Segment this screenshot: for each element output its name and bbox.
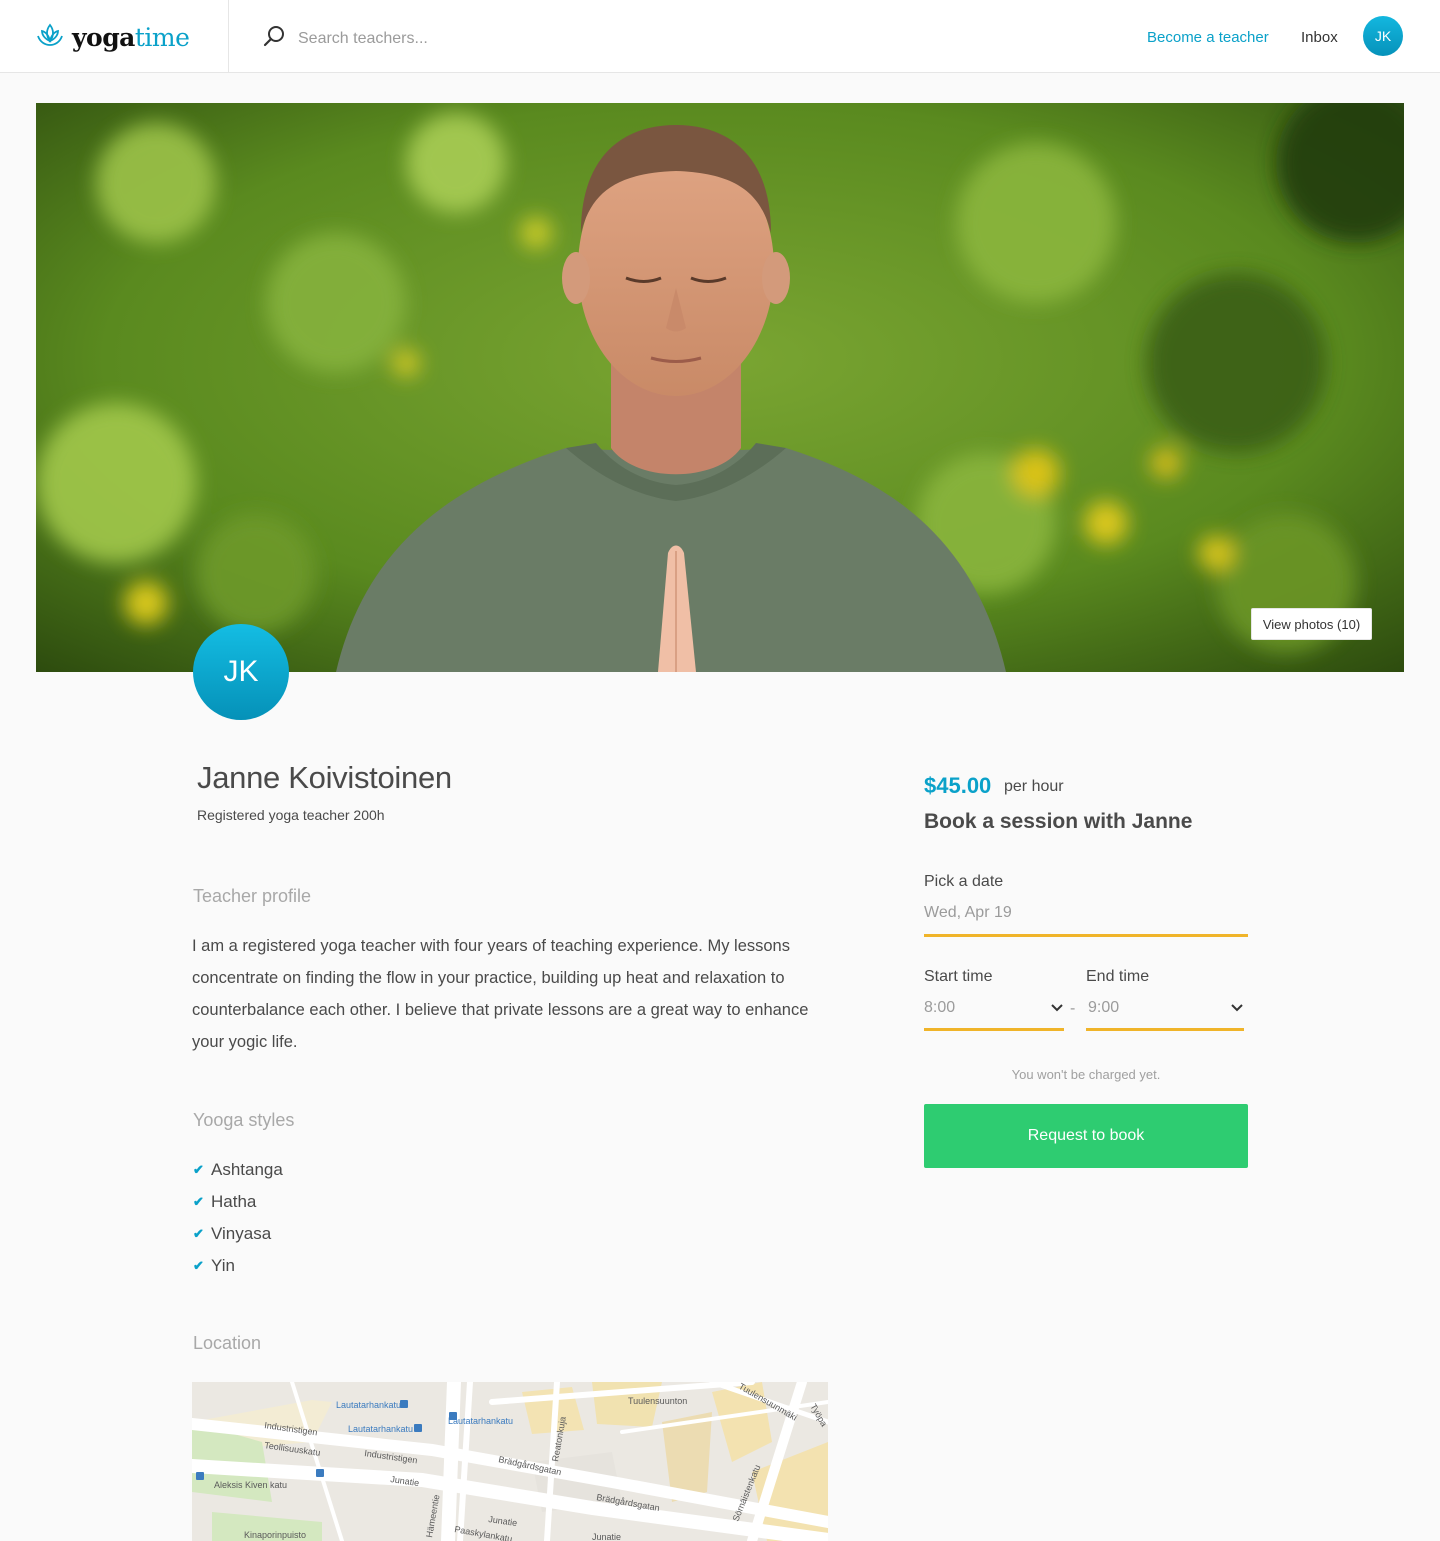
chevron-down-icon — [1050, 1000, 1064, 1019]
booking-title: Book a session with Janne — [924, 810, 1193, 833]
tram-stop-icon — [196, 1472, 204, 1480]
check-icon: ✔ — [193, 1162, 204, 1177]
become-teacher-link[interactable]: Become a teacher — [1147, 29, 1269, 46]
charge-note: You won't be charged yet. — [1011, 1067, 1161, 1082]
map-label: Junatie — [592, 1532, 621, 1541]
map-label: Lautatarhankatu — [348, 1424, 413, 1434]
start-time-select[interactable]: 8:00 — [924, 996, 1064, 1031]
end-time-select[interactable]: 9:00 — [1086, 996, 1244, 1031]
lotus-icon — [36, 22, 64, 53]
start-time-value: 8:00 — [924, 999, 956, 1016]
tram-stop-icon — [400, 1400, 408, 1408]
search-icon[interactable] — [262, 24, 286, 53]
date-label: Pick a date — [924, 873, 1004, 890]
end-time-value: 9:00 — [1088, 999, 1120, 1016]
check-icon: ✔ — [193, 1194, 204, 1209]
top-bar: yogatime Become a teacher Inbox JK — [0, 0, 1440, 73]
tram-stop-icon — [414, 1424, 422, 1432]
logo-text-time: time — [134, 22, 190, 52]
chevron-down-icon — [1230, 1000, 1244, 1019]
logo-text: yogatime — [72, 22, 190, 53]
header-divider — [228, 0, 229, 73]
check-icon: ✔ — [193, 1258, 204, 1273]
tram-stop-icon — [449, 1412, 457, 1420]
check-icon: ✔ — [193, 1226, 204, 1241]
map-label: Lautatarhankatu — [448, 1416, 513, 1426]
teacher-subtitle: Registered yoga teacher 200h — [197, 807, 385, 823]
price-unit: per hour — [1004, 778, 1064, 795]
teacher-profile-heading: Teacher profile — [193, 886, 312, 906]
search-input[interactable] — [298, 29, 658, 48]
list-item: ✔ Yin — [193, 1250, 283, 1282]
style-label: Ashtanga — [211, 1160, 283, 1179]
request-to-book-button[interactable]: Request to book — [924, 1104, 1248, 1168]
location-map[interactable]: Lautatarhankatu Lautatarhankatu Lautatar… — [192, 1382, 828, 1541]
style-label: Vinyasa — [211, 1224, 272, 1243]
user-avatar[interactable]: JK — [1363, 16, 1403, 56]
teacher-bio: I am a registered yoga teacher with four… — [192, 937, 809, 1051]
teacher-name: Janne Koivistoinen — [197, 760, 452, 795]
map-label: Kinaporinpuisto — [244, 1530, 306, 1540]
time-range-separator: - — [1070, 1000, 1076, 1017]
location-heading: Location — [193, 1333, 262, 1353]
logo[interactable]: yogatime — [36, 22, 190, 53]
list-item: ✔ Vinyasa — [193, 1218, 283, 1250]
inbox-link[interactable]: Inbox — [1301, 29, 1338, 46]
logo-text-yoga: yoga — [72, 22, 135, 52]
price: $45.00 — [924, 773, 992, 798]
end-time-label: End time — [1086, 968, 1150, 985]
yoga-styles-heading: Yooga styles — [193, 1110, 295, 1130]
hero-photo[interactable] — [36, 103, 1404, 672]
map-label: Aleksis Kiven katu — [214, 1480, 287, 1490]
yoga-styles-list: ✔ Ashtanga ✔ Hatha ✔ Vinyasa ✔ Yin — [193, 1154, 283, 1282]
map-label: Tuulensuunton — [628, 1396, 687, 1406]
map-label: Lautatarhankatu — [336, 1400, 401, 1410]
list-item: ✔ Hatha — [193, 1186, 283, 1218]
teacher-avatar: JK — [193, 624, 289, 720]
tram-stop-icon — [316, 1469, 324, 1477]
style-label: Hatha — [211, 1192, 257, 1211]
view-photos-button[interactable]: View photos (10) — [1251, 608, 1372, 640]
style-label: Yin — [211, 1256, 235, 1275]
list-item: ✔ Ashtanga — [193, 1154, 283, 1186]
date-picker[interactable]: Wed, Apr 19 — [924, 900, 1248, 937]
search-bar — [262, 24, 658, 53]
start-time-label: Start time — [924, 968, 993, 985]
